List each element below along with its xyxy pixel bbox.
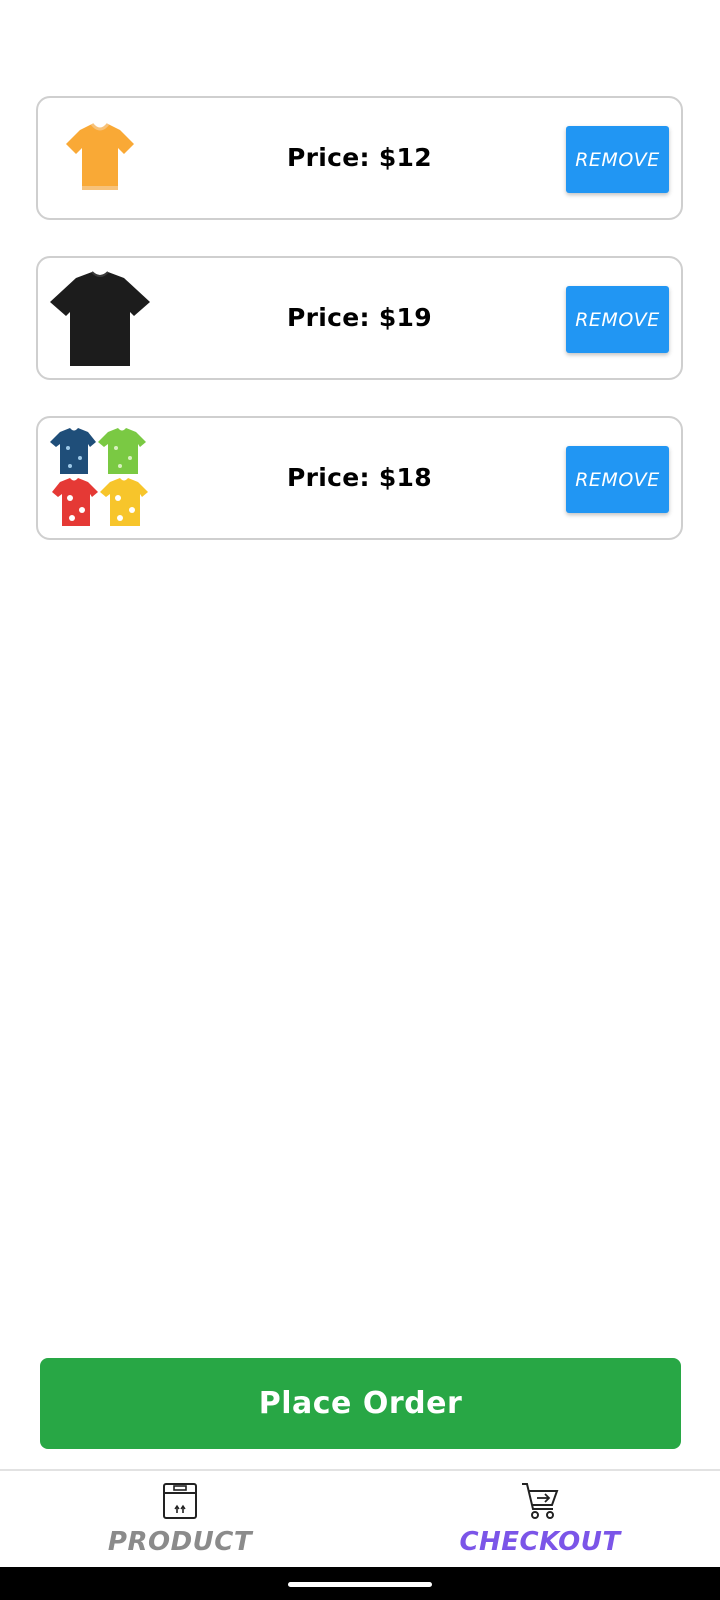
remove-button[interactable]: REMOVE [566, 446, 669, 513]
place-order-button[interactable]: Place Order [40, 1358, 681, 1449]
nav-item-product[interactable]: PRODUCT [0, 1471, 360, 1569]
box-icon [159, 1481, 201, 1521]
nav-item-checkout[interactable]: CHECKOUT [360, 1471, 720, 1569]
nav-label-product: PRODUCT [107, 1527, 253, 1557]
yellow-tshirt-icon [50, 108, 150, 208]
cart-icon [519, 1481, 561, 1521]
cart-item: Price: $19 REMOVE [36, 256, 683, 380]
bottom-navigation: PRODUCT CHECKOUT [0, 1469, 720, 1569]
remove-button[interactable]: REMOVE [566, 126, 669, 193]
remove-button[interactable]: REMOVE [566, 286, 669, 353]
system-navigation-bar [0, 1567, 720, 1600]
nav-label-checkout: CHECKOUT [459, 1527, 621, 1557]
black-tshirt-icon [50, 268, 150, 368]
cart-item: Price: $12 REMOVE [36, 96, 683, 220]
cart-item: Price: $18 REMOVE [36, 416, 683, 540]
home-indicator[interactable] [288, 1582, 432, 1587]
hawaiian-shirts-icon [50, 428, 150, 528]
